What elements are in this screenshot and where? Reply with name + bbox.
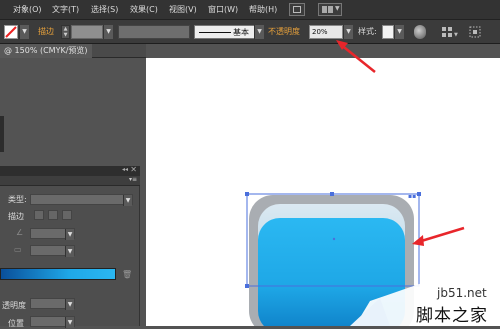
menu-bar: 对象(O) 文字(T) 选择(S) 效果(C) 视图(V) 窗口(W) 帮助(H… <box>0 0 500 20</box>
brush-style-label: 基本 <box>233 28 249 37</box>
watermark-text: 脚本之家 <box>416 306 488 326</box>
menu-object[interactable]: 对象(O) <box>13 4 42 15</box>
menu-type[interactable]: 文字(T) <box>52 4 79 15</box>
gradient-type-dropdown[interactable]: ▼ <box>30 194 133 206</box>
transform-icon[interactable] <box>468 25 488 39</box>
dotted-box-icon <box>469 26 481 38</box>
menu-view[interactable]: 视图(V) <box>169 4 197 15</box>
fill-dropdown-arrow[interactable]: ▼ <box>19 25 29 39</box>
menu-select[interactable]: 选择(S) <box>91 4 118 15</box>
stroke-gradient-within-icon[interactable] <box>34 210 44 220</box>
arrange-documents-icon[interactable]: ▼ <box>318 3 342 16</box>
svg-text:▼: ▼ <box>454 32 458 38</box>
panel-menu-icon[interactable]: ▾≡ <box>129 176 137 183</box>
panel-header: ◂◂ ✕ <box>0 165 140 176</box>
watermark-site: jb51.net <box>437 286 487 300</box>
aspect-ratio-icon: ▭ <box>14 245 22 254</box>
stroke-weight-dropdown[interactable]: ▼ <box>103 25 113 39</box>
menu-window[interactable]: 窗口(W) <box>208 4 238 15</box>
no-fill-icon <box>5 26 17 38</box>
align-grid-icon[interactable]: ▼ <box>440 25 460 39</box>
gradient-panel: ◂◂ ✕ ▾≡ 类型: ▼ 描边 ∠ ▼ ▭ ▼ 🗑 透明度 ▼ 位置 ▼ <box>0 165 140 328</box>
control-bar: ▼ 描边 ▲ ▼ ▼ 基本 ▼ 不透明度 20% ▼ 样式: ▼ ▼ <box>0 20 500 44</box>
gradient-aspect-field[interactable]: ▼ <box>30 245 75 257</box>
collapsed-panel[interactable] <box>0 116 4 152</box>
gradient-angle-field[interactable]: ▼ <box>30 228 75 240</box>
graphic-style-dropdown[interactable]: ▼ <box>394 25 404 39</box>
gradient-slider[interactable] <box>0 268 116 280</box>
graphic-style-swatch[interactable] <box>382 25 394 39</box>
stroke-weight-stepper[interactable]: ▲ ▼ <box>61 25 70 39</box>
arrow-to-opacity <box>336 40 376 73</box>
stroke-gradient-along-icon[interactable] <box>48 210 58 220</box>
panel-tab-row: ▾≡ <box>0 176 140 186</box>
stroke-gradient-across-icon[interactable] <box>62 210 72 220</box>
close-panel-icon[interactable]: ✕ <box>130 165 137 174</box>
svg-text:▪▪: ▪▪ <box>408 193 416 200</box>
gradient-type-label: 类型: <box>8 195 27 204</box>
menu-effect[interactable]: 效果(C) <box>130 4 158 15</box>
document-tab[interactable]: @ 150% (CMYK/预览) <box>0 44 92 58</box>
gradient-opacity-field[interactable]: ▼ <box>30 298 75 310</box>
bridge-icon[interactable] <box>289 3 305 16</box>
gradient-position-field[interactable]: ▼ <box>30 316 75 328</box>
gradient-position-label: 位置 <box>8 319 24 328</box>
gradient-opacity-label: 透明度 <box>2 301 26 310</box>
stroke-label[interactable]: 描边 <box>38 25 54 39</box>
brush-dropdown[interactable]: ▼ <box>254 25 264 39</box>
fill-swatch[interactable] <box>4 25 18 39</box>
document-tab-bar: @ 150% (CMYK/预览) <box>0 44 146 58</box>
recolor-icon[interactable] <box>414 25 426 39</box>
opacity-label[interactable]: 不透明度 <box>268 25 300 39</box>
trash-icon[interactable]: 🗑 <box>122 270 132 279</box>
variable-width-profile[interactable] <box>118 25 190 39</box>
grid-icon: ▼ <box>442 27 458 38</box>
stroke-weight-field[interactable] <box>71 25 103 39</box>
menu-help[interactable]: 帮助(H) <box>249 4 277 15</box>
gradient-stroke-label: 描边 <box>8 212 24 221</box>
collapse-icon[interactable]: ◂◂ <box>122 166 128 173</box>
angle-icon: ∠ <box>16 228 24 237</box>
